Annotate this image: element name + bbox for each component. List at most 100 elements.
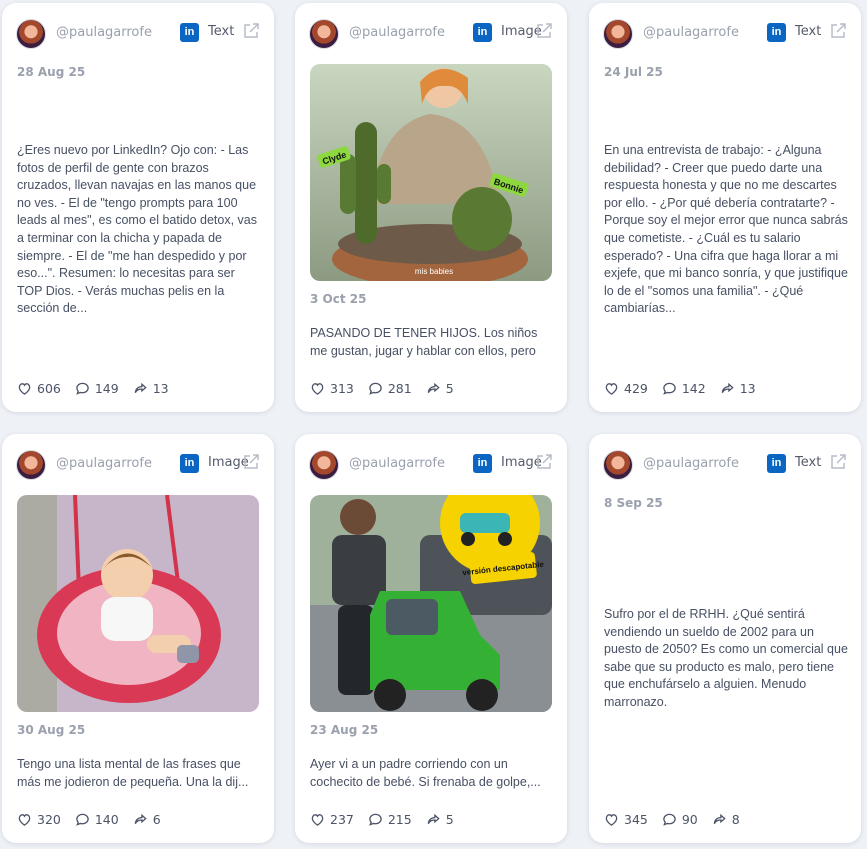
share-icon [713, 813, 726, 825]
post-text: PASANDO DE TENER HIJOS. Los niños me gus… [310, 326, 538, 358]
post-stats: 313 281 5 [310, 381, 454, 396]
shares[interactable]: 8 [712, 812, 740, 827]
likes[interactable]: 606 [17, 381, 61, 396]
shares[interactable]: 5 [426, 381, 454, 396]
post-date: 24 Jul 25 [604, 65, 663, 79]
post-date: 28 Aug 25 [17, 65, 86, 79]
likes-count: 345 [624, 812, 648, 827]
baby-swing-image [17, 495, 259, 712]
shares[interactable]: 5 [426, 812, 454, 827]
comments-count: 215 [387, 812, 412, 827]
post-header: @paulagarrofe in Text [16, 17, 262, 49]
comments-count: 149 [94, 381, 119, 396]
external-link-icon[interactable] [535, 22, 553, 40]
comment-icon [369, 382, 382, 395]
heart-icon [605, 814, 618, 826]
post-stats: 237 215 5 [310, 812, 454, 827]
linkedin-icon: in [473, 454, 492, 473]
shares-count: 5 [445, 812, 454, 827]
heart-icon [605, 383, 618, 395]
post-image[interactable]: versión descapotable [310, 495, 552, 712]
avatar [16, 19, 46, 49]
post-date: 30 Aug 25 [17, 723, 86, 737]
comment-icon [76, 382, 89, 395]
post-header: @paulagarrofe in Text [603, 448, 849, 480]
heart-icon [311, 383, 324, 395]
likes[interactable]: 320 [17, 812, 61, 827]
post-type: Text [795, 24, 822, 39]
comments[interactable]: 281 [368, 381, 412, 396]
likes-count: 313 [330, 381, 354, 396]
username: @paulagarrofe [643, 25, 739, 40]
post-type: Text [208, 24, 235, 39]
linkedin-icon: in [767, 23, 786, 42]
likes[interactable]: 345 [604, 812, 648, 827]
avatar [309, 450, 339, 480]
share-icon [134, 813, 147, 825]
avatar [603, 450, 633, 480]
post-date: 8 Sep 25 [604, 496, 663, 510]
shares-count: 13 [152, 381, 169, 396]
external-link-icon[interactable] [829, 453, 847, 471]
post-card[interactable]: @paulagarrofe in Text 8 Sep 25 Sufro por… [589, 434, 861, 843]
shares[interactable]: 6 [133, 812, 161, 827]
avatar [16, 450, 46, 480]
comments-count: 140 [94, 812, 119, 827]
comments[interactable]: 142 [662, 381, 706, 396]
username: @paulagarrofe [56, 25, 152, 40]
comments[interactable]: 140 [75, 812, 119, 827]
post-card[interactable]: @paulagarrofe in Image 30 Aug 25 Tengo u… [2, 434, 274, 843]
post-header: @paulagarrofe in Image [309, 17, 555, 49]
shares[interactable]: 13 [133, 381, 169, 396]
likes[interactable]: 429 [604, 381, 648, 396]
image-caption: mis babies [415, 267, 453, 276]
likes[interactable]: 313 [310, 381, 354, 396]
post-card[interactable]: @paulagarrofe in Image versión descapota… [295, 434, 567, 843]
comments[interactable]: 90 [662, 812, 698, 827]
external-link-icon[interactable] [242, 22, 260, 40]
post-text: En una entrevista de trabajo: - ¿Alguna … [604, 143, 848, 316]
external-link-icon[interactable] [242, 453, 260, 471]
post-image[interactable] [17, 495, 259, 712]
comment-icon [76, 813, 89, 826]
comments[interactable]: 149 [75, 381, 119, 396]
likes[interactable]: 237 [310, 812, 354, 827]
post-header: @paulagarrofe in Text [603, 17, 849, 49]
heart-icon [18, 383, 31, 395]
post-text: Sufro por el de RRHH. ¿Qué sentirá vendi… [604, 607, 848, 709]
post-image[interactable]: Clyde Bonnie mis babies [310, 64, 552, 281]
avatar [309, 19, 339, 49]
shares-count: 6 [152, 812, 161, 827]
external-link-icon[interactable] [535, 453, 553, 471]
likes-count: 320 [37, 812, 61, 827]
username: @paulagarrofe [56, 456, 152, 471]
green-stroller-car-image: versión descapotable [310, 495, 552, 712]
heart-icon [311, 814, 324, 826]
shares-count: 8 [731, 812, 740, 827]
post-text: Ayer vi a un padre corriendo con un coch… [310, 757, 541, 789]
shares-count: 5 [445, 381, 454, 396]
post-date: 3 Oct 25 [310, 292, 367, 306]
post-card[interactable]: @paulagarrofe in Text 28 Aug 25 ¿Eres nu… [2, 3, 274, 412]
shares[interactable]: 13 [720, 381, 756, 396]
post-header: @paulagarrofe in Image [309, 448, 555, 480]
post-stats: 606 149 13 [17, 381, 169, 396]
post-text: Tengo una lista mental de las frases que… [17, 757, 249, 789]
comment-icon [663, 813, 676, 826]
post-stats: 320 140 6 [17, 812, 161, 827]
likes-count: 429 [624, 381, 648, 396]
external-link-icon[interactable] [829, 22, 847, 40]
comments-count: 90 [681, 812, 698, 827]
likes-count: 606 [37, 381, 61, 396]
post-type: Text [795, 455, 822, 470]
username: @paulagarrofe [349, 25, 445, 40]
post-text: ¿Eres nuevo por LinkedIn? Ojo con: - Las… [17, 143, 257, 316]
post-stats: 429 142 13 [604, 381, 756, 396]
comment-icon [369, 813, 382, 826]
post-stats: 345 90 8 [604, 812, 740, 827]
share-icon [134, 382, 147, 394]
post-card[interactable]: @paulagarrofe in Text 24 Jul 25 En una e… [589, 3, 861, 412]
post-card[interactable]: @paulagarrofe in Image Clyde Bonnie mis … [295, 3, 567, 412]
comment-icon [663, 382, 676, 395]
comments[interactable]: 215 [368, 812, 412, 827]
